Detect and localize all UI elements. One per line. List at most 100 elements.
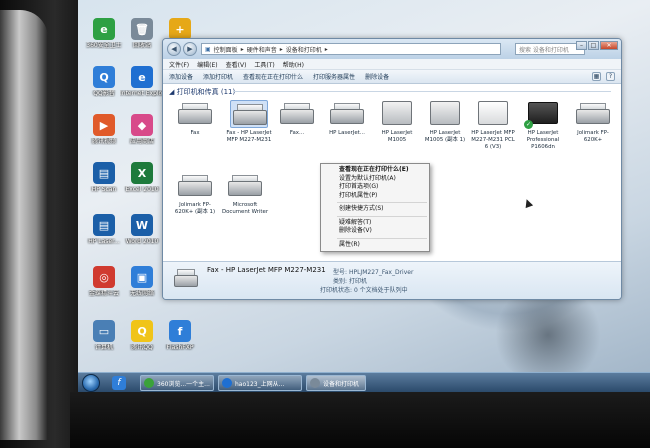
app-icon: ▶: [93, 114, 115, 136]
desktop-icon-label: 无线网络: [129, 290, 154, 297]
details-status-value: 0 个文档处于队列中: [353, 287, 408, 294]
desktop-icon[interactable]: ▤ HP Laser...: [82, 214, 126, 245]
device-label: Fax - HP LaserJet MFP M227-M231: [226, 130, 272, 143]
add-printer-button[interactable]: 添加打印机: [203, 72, 233, 81]
taskbar-button[interactable]: hao123_上网从...: [218, 375, 302, 391]
start-button[interactable]: [82, 374, 100, 392]
folder-icon: ▣: [205, 45, 211, 53]
device-item[interactable]: Fax - HP LaserJet MFP M227-M231: [225, 100, 273, 144]
back-arrow-icon[interactable]: ◀: [167, 42, 181, 56]
close-icon[interactable]: ✕: [600, 41, 618, 50]
context-menu: 查看现在正在打印什么(E) 设置为默认打印机(A) 打印首选项(G) 打印机属性(P)…: [320, 163, 430, 252]
taskbar-button[interactable]: 设备和打印机: [306, 375, 366, 391]
app-icon: e: [131, 66, 153, 88]
context-menu-item[interactable]: 打印机属性(P): [321, 192, 429, 201]
photo-edge: [0, 10, 48, 440]
device-item[interactable]: HP LaserJet M1005: [373, 100, 421, 144]
view-options-icon[interactable]: ▦: [592, 72, 601, 81]
menu-separator: [337, 215, 427, 217]
device-label: Fax...: [289, 130, 305, 136]
menu-help[interactable]: 帮助(H): [283, 60, 304, 69]
context-menu-item[interactable]: 属性(R): [321, 241, 429, 250]
desktop-icon-label: 回收站: [132, 42, 151, 49]
remove-device-button[interactable]: 删除设备: [365, 72, 389, 81]
device-item[interactable]: Fax...: [273, 100, 321, 137]
desktop-icon-label: FlashFXP: [166, 344, 194, 351]
desktop-icon[interactable]: ◆ 应用商店: [120, 114, 164, 145]
printer-icon: [474, 100, 512, 128]
device-label: HP LaserJet M1005 (副本 1): [424, 130, 466, 143]
breadcrumb-item[interactable]: 控制面板: [214, 45, 238, 54]
app-icon: ◆: [131, 114, 153, 136]
app-icon: +: [169, 18, 191, 40]
window-titlebar: ◀ ▶ ▣ 控制面板 ▸ 硬件和声音 ▸ 设备和打印机 ▸ 搜索 设备和打印机 …: [163, 39, 621, 59]
menu-file[interactable]: 文件(F): [169, 60, 189, 69]
app-icon: W: [131, 214, 153, 236]
desktop-icon[interactable]: e Internet Explorer: [120, 66, 164, 97]
printer-icon: [176, 172, 214, 200]
context-menu-item[interactable]: 打印首选项(G): [321, 183, 429, 192]
app-icon: ◎: [93, 266, 115, 288]
search-input[interactable]: 搜索 设备和打印机 ⌕: [515, 43, 585, 55]
breadcrumb-item[interactable]: 硬件和声音: [247, 45, 277, 54]
menu-view[interactable]: 查看(V): [226, 60, 247, 69]
printer-icon: [173, 268, 199, 290]
add-device-button[interactable]: 添加设备: [169, 72, 193, 81]
app-icon: ▣: [131, 266, 153, 288]
menu-separator: [337, 237, 427, 239]
desktop-icon-label: 应用商店: [129, 138, 154, 145]
help-icon[interactable]: ?: [606, 72, 615, 81]
taskbar-button[interactable]: 360浏览...一个主...: [140, 375, 214, 391]
app-icon: X: [131, 162, 153, 184]
minimize-icon[interactable]: –: [576, 41, 587, 50]
print-server-properties-button[interactable]: 打印服务器属性: [313, 72, 355, 81]
forward-arrow-icon[interactable]: ▶: [183, 42, 197, 56]
desktop-icon-label: Word 2010: [125, 238, 159, 245]
menu-edit[interactable]: 编辑(E): [197, 60, 217, 69]
device-label: Jolimark FP-620K+: [577, 130, 609, 143]
details-category-key: 类别:: [333, 278, 348, 285]
maximize-icon[interactable]: □: [588, 41, 599, 50]
printer-icon: [426, 100, 464, 128]
device-item[interactable]: HP LaserJet M1005 (副本 1): [421, 100, 469, 144]
breadcrumb-item[interactable]: 设备和打印机: [286, 45, 322, 54]
details-model-value: HPLJM227_Fax_Driver: [348, 269, 414, 276]
taskbar: f 360浏览...一个主... hao123_上网从... 设备和打印机: [78, 372, 650, 392]
desktop-icon[interactable]: ▣ 无线网络: [120, 266, 164, 297]
desktop-icon[interactable]: X Excel 2010: [120, 162, 164, 193]
context-menu-item[interactable]: 创建快捷方式(S): [321, 205, 429, 214]
device-label: Jolimark FP-620K+ (副本 1): [174, 202, 216, 215]
context-menu-item[interactable]: 设置为默认打印机(A): [321, 175, 429, 184]
default-printer-check-icon: ✓: [524, 120, 533, 129]
desktop-icon-label: Internet Explorer: [120, 90, 164, 97]
device-label: HP LaserJet Professional P1606dn: [526, 130, 560, 150]
desktop: e360安全卫士🗑回收站+QQQ影音eInternet Explorer▶腾讯视…: [78, 0, 650, 392]
device-item[interactable]: Microsoft Document Writer: [221, 172, 269, 216]
group-header-printers[interactable]: ◢ 打印机和传真 (11): [169, 87, 235, 97]
printer-icon: [230, 100, 268, 128]
taskbar-button-label: 设备和打印机: [323, 380, 360, 388]
context-menu-item[interactable]: 查看现在正在打印什么(E): [321, 166, 429, 175]
device-item[interactable]: Jolimark FP-620K+ (副本 1): [171, 172, 219, 216]
device-item[interactable]: HP LaserJet MFP M227-M231 PCL 6 (V3): [469, 100, 517, 151]
device-item[interactable]: Jolimark FP-620K+: [569, 100, 617, 144]
menu-tools[interactable]: 工具(T): [254, 60, 274, 69]
desktop-icon[interactable]: W Word 2010: [120, 214, 164, 245]
desktop-icon[interactable]: f FlashFXP: [158, 320, 202, 351]
taskbar-button-label: 360浏览...一个主...: [157, 380, 210, 388]
context-menu-item[interactable]: 疑难解答(T): [321, 219, 429, 228]
printer-icon: [378, 100, 416, 128]
address-bar[interactable]: ▣ 控制面板 ▸ 硬件和声音 ▸ 设备和打印机 ▸: [201, 43, 501, 55]
context-menu-item[interactable]: 删除设备(V): [321, 227, 429, 236]
app-icon: Q: [93, 66, 115, 88]
app-icon: ▭: [93, 320, 115, 342]
details-device-name: Fax - HP LaserJet MFP M227-M231: [207, 266, 326, 274]
search-placeholder: 搜索 设备和打印机: [519, 46, 569, 54]
flash-quicklaunch-icon[interactable]: f: [112, 376, 126, 390]
collapse-arrow-icon: ◢: [169, 88, 177, 96]
device-item[interactable]: HP LaserJet...: [323, 100, 371, 137]
app-icon: Q: [131, 320, 153, 342]
device-item[interactable]: ✓ HP LaserJet Professional P1606dn: [519, 100, 567, 151]
device-item[interactable]: Fax: [171, 100, 219, 137]
see-whats-printing-button[interactable]: 查看现在正在打印什么: [243, 72, 303, 81]
